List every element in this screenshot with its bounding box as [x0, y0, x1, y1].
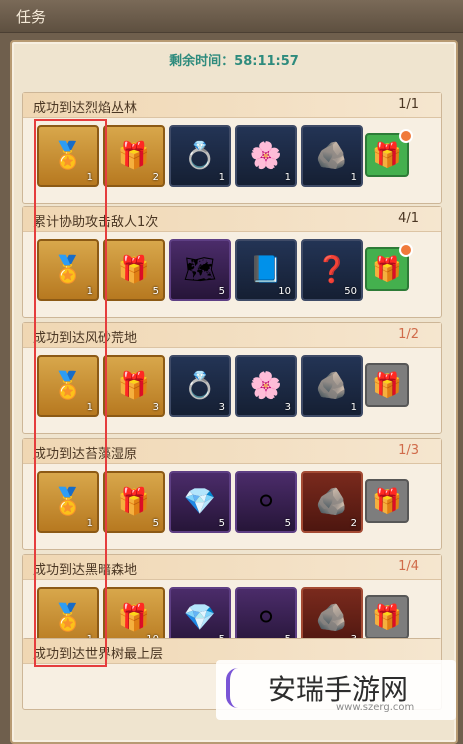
gift-icon: 🎁	[372, 487, 402, 515]
reward-qty: 1	[350, 402, 357, 413]
rune-stone-icon: 🪨	[315, 487, 349, 517]
reward-qty: 2	[152, 172, 159, 183]
reward-qty: 1	[350, 172, 357, 183]
pearl-necklace-icon: ⚪	[255, 603, 277, 633]
reward-qty: 3	[218, 402, 225, 413]
reward-qty: 2	[350, 518, 357, 529]
reward-item[interactable]: 🌸 3	[235, 355, 297, 417]
pearl-necklace-icon: ⚪	[255, 487, 277, 517]
gift-icon: 🎁	[372, 371, 402, 399]
reward-item[interactable]: 🎁 5	[103, 239, 165, 301]
treasure-icon: 🎁	[117, 255, 151, 285]
reward-item[interactable]: 📘 10	[235, 239, 297, 301]
claim-gift-button[interactable]: 🎁	[365, 243, 413, 291]
wreath-icon: 🌸	[249, 141, 283, 171]
quest-progress: 1/2	[398, 327, 419, 342]
reward-item[interactable]: ⚪5	[235, 471, 297, 533]
quest-progress: 1/3	[398, 443, 419, 458]
reward-qty: 5	[152, 286, 159, 297]
quest-title: 成功到达烈焰丛林	[33, 101, 138, 116]
treasure-icon: 🎁	[117, 141, 151, 171]
notification-dot	[399, 129, 413, 143]
rune-stone-icon: 🪨	[315, 141, 349, 171]
watermark-logo	[226, 668, 260, 708]
claim-gift-button[interactable]: 🎁	[365, 129, 413, 177]
reward-qty: 5	[218, 286, 225, 297]
gem-ring-icon: 💎	[183, 487, 217, 517]
reward-item[interactable]: 💍 1	[169, 125, 231, 187]
reward-item[interactable]: ❓ 50	[301, 239, 363, 301]
ring-icon: 💍	[183, 371, 217, 401]
reward-item[interactable]: 💍 3	[169, 355, 231, 417]
reward-qty: 1	[218, 172, 225, 183]
watermark: 安瑞手游网 www.szerg.com	[216, 660, 456, 720]
reward-item[interactable]: 💎5	[169, 471, 231, 533]
reward-item[interactable]: 🪨 1	[301, 355, 363, 417]
rune-stone-icon: 🪨	[315, 603, 349, 633]
quest-progress: 1/4	[398, 559, 419, 574]
window-title: 任务	[16, 8, 47, 26]
reward-qty: 5	[218, 518, 225, 529]
gift-icon: 🎁	[372, 255, 402, 283]
reward-item[interactable]: 🎁 2	[103, 125, 165, 187]
quest-progress: 1/1	[398, 97, 419, 112]
timer: 剩余时间：58:11:57	[169, 54, 299, 69]
rune-stone-icon: 🪨	[315, 371, 349, 401]
treasure-icon: 🎁	[117, 371, 151, 401]
treasure-icon: 🎁	[117, 487, 151, 517]
notification-dot	[399, 243, 413, 257]
gem-ring-icon: 💎	[183, 603, 217, 633]
gift-icon: 🎁	[372, 603, 402, 631]
highlight-box	[34, 119, 107, 667]
reward-item[interactable]: 🌸 1	[235, 125, 297, 187]
reward-qty: 50	[344, 286, 357, 297]
reward-item[interactable]: 🗺 5	[169, 239, 231, 301]
quest-card-header: 成功到达烈焰丛林 1/1	[23, 93, 441, 118]
reward-qty: 10	[278, 286, 291, 297]
watermark-url: www.szerg.com	[336, 702, 415, 713]
reward-item[interactable]: 🎁 3	[103, 355, 165, 417]
reward-item[interactable]: 🪨 1	[301, 125, 363, 187]
claim-gift-button[interactable]: 🎁	[365, 595, 409, 639]
title-bar: 任务	[0, 0, 463, 33]
reward-qty: 5	[284, 518, 291, 529]
reward-item[interactable]: 🎁 5	[103, 471, 165, 533]
quest-progress: 4/1	[398, 211, 419, 226]
ring-icon: 💍	[183, 141, 217, 171]
mystery-book-icon: ❓	[315, 255, 349, 285]
map-icon: 🗺	[183, 255, 217, 285]
reward-qty: 5	[152, 518, 159, 529]
book-icon: 📘	[249, 255, 283, 285]
reward-qty: 1	[284, 172, 291, 183]
claim-gift-button[interactable]: 🎁	[365, 363, 409, 407]
reward-item[interactable]: 🪨 2	[301, 471, 363, 533]
gift-icon: 🎁	[372, 141, 402, 169]
treasure-icon: 🎁	[117, 603, 151, 633]
reward-qty: 3	[284, 402, 291, 413]
wreath-icon: 🌸	[249, 371, 283, 401]
claim-gift-button[interactable]: 🎁	[365, 479, 409, 523]
reward-qty: 3	[152, 402, 159, 413]
